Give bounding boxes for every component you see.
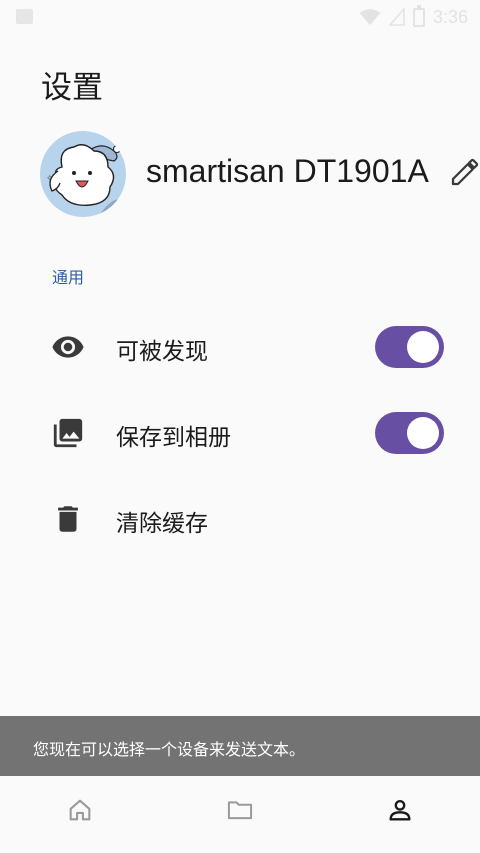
toggle-knob <box>407 417 439 449</box>
battery-icon <box>412 4 425 27</box>
cartoon-dog-avatar[interactable]: ✧ <box>40 131 126 217</box>
setting-discoverable-label: 可被发现 <box>116 339 208 365</box>
setting-discoverable[interactable]: 可被发现 <box>0 304 480 390</box>
folder-icon <box>227 801 253 820</box>
eye-icon <box>52 336 84 358</box>
section-general-label: 通用 <box>52 268 85 287</box>
bottom-navigation <box>0 776 480 853</box>
photo-library-icon <box>53 418 83 448</box>
signal-icon <box>388 8 405 26</box>
status-time: 3:36 <box>432 6 468 27</box>
toggle-knob <box>407 331 439 363</box>
svg-text:✧: ✧ <box>46 174 54 184</box>
person-icon <box>389 799 411 821</box>
wifi-icon <box>359 9 381 26</box>
status-bar: 3:36 <box>0 0 480 34</box>
edit-name-button[interactable] <box>449 156 480 188</box>
nav-settings[interactable] <box>380 794 420 826</box>
setting-save-to-album-label: 保存到相册 <box>116 425 231 451</box>
setting-clear-cache[interactable]: 清除缓存 <box>0 476 480 562</box>
notification-icon <box>16 9 33 24</box>
trash-icon <box>58 506 78 532</box>
nav-files[interactable] <box>220 794 260 826</box>
setting-clear-cache-label: 清除缓存 <box>116 511 208 537</box>
snackbar: 您现在可以选择一个设备来发送文本。 <box>0 716 480 776</box>
snackbar-message: 您现在可以选择一个设备来发送文本。 <box>33 740 306 759</box>
pencil-icon <box>451 158 479 186</box>
setting-save-to-album[interactable]: 保存到相册 <box>0 390 480 476</box>
device-name: smartisan DT1901A <box>146 153 429 189</box>
save-to-album-toggle[interactable] <box>375 412 444 454</box>
home-icon <box>69 799 91 821</box>
discoverable-toggle[interactable] <box>375 326 444 368</box>
page-title: 设置 <box>41 70 103 106</box>
nav-home[interactable] <box>60 794 100 826</box>
